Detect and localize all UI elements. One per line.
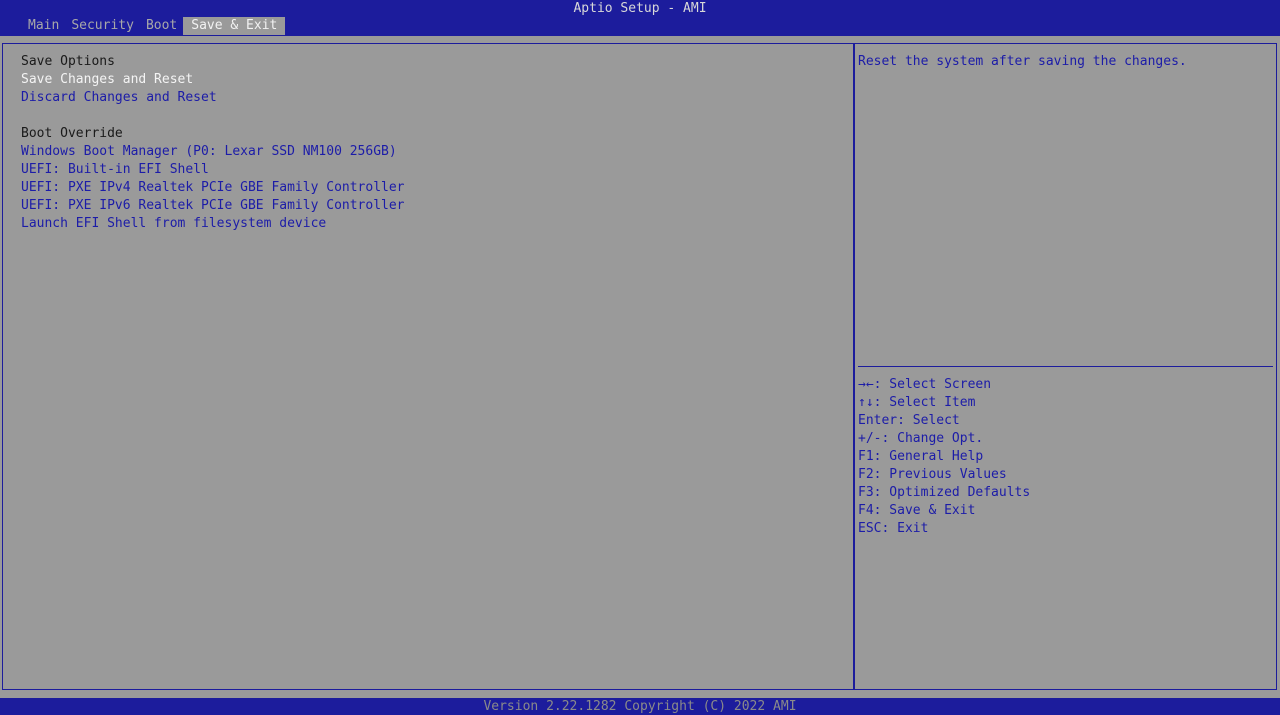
boot-override-launch-efi-shell[interactable]: Launch EFI Shell from filesystem device: [21, 215, 326, 233]
tab-security[interactable]: Security: [65, 17, 140, 35]
app-title: Aptio Setup - AMI: [573, 1, 707, 16]
tab-main[interactable]: Main: [22, 17, 65, 35]
key-select-screen: →←: Select Screen: [858, 377, 992, 392]
boot-override-heading: Boot Override: [21, 126, 123, 141]
key-f4-save-exit: F4: Save & Exit: [858, 503, 976, 518]
version-text: Version 2.22.1282 Copyright (C) 2022 AMI: [483, 699, 797, 714]
key-f2-previous-values: F2: Previous Values: [858, 467, 1007, 482]
main-panel: [2, 43, 853, 690]
boot-override-uefi-efi-shell[interactable]: UEFI: Built-in EFI Shell: [21, 161, 209, 179]
key-f3-optimized-defaults: F3: Optimized Defaults: [858, 485, 1031, 500]
tab-save-exit[interactable]: Save & Exit: [183, 17, 286, 35]
save-changes-and-reset-item[interactable]: Save Changes and Reset: [21, 71, 193, 89]
boot-override-windows-boot-manager[interactable]: Windows Boot Manager (P0: Lexar SSD NM10…: [21, 143, 397, 161]
key-change-opt: +/-: Change Opt.: [858, 431, 984, 446]
help-description: Reset the system after saving the change…: [858, 54, 1187, 69]
discard-changes-and-reset-item[interactable]: Discard Changes and Reset: [21, 89, 217, 107]
boot-override-uefi-pxe-ipv4[interactable]: UEFI: PXE IPv4 Realtek PCIe GBE Family C…: [21, 179, 405, 197]
help-separator: [858, 366, 1273, 367]
header-bar: Aptio Setup - AMI Main Security Boot Sav…: [0, 0, 1280, 36]
key-esc-exit: ESC: Exit: [858, 521, 929, 536]
tab-bar: Main Security Boot Save & Exit: [22, 17, 286, 35]
footer-bar: Version 2.22.1282 Copyright (C) 2022 AMI: [0, 698, 1280, 715]
save-options-heading: Save Options: [21, 54, 115, 69]
key-select-item: ↑↓: Select Item: [858, 395, 976, 410]
boot-override-uefi-pxe-ipv6[interactable]: UEFI: PXE IPv6 Realtek PCIe GBE Family C…: [21, 197, 405, 215]
key-legend: →←: Select Screen ↑↓: Select Item Enter:…: [858, 376, 1030, 538]
tab-boot[interactable]: Boot: [140, 17, 183, 35]
key-f1-general-help: F1: General Help: [858, 449, 984, 464]
key-enter-select: Enter: Select: [858, 413, 960, 428]
